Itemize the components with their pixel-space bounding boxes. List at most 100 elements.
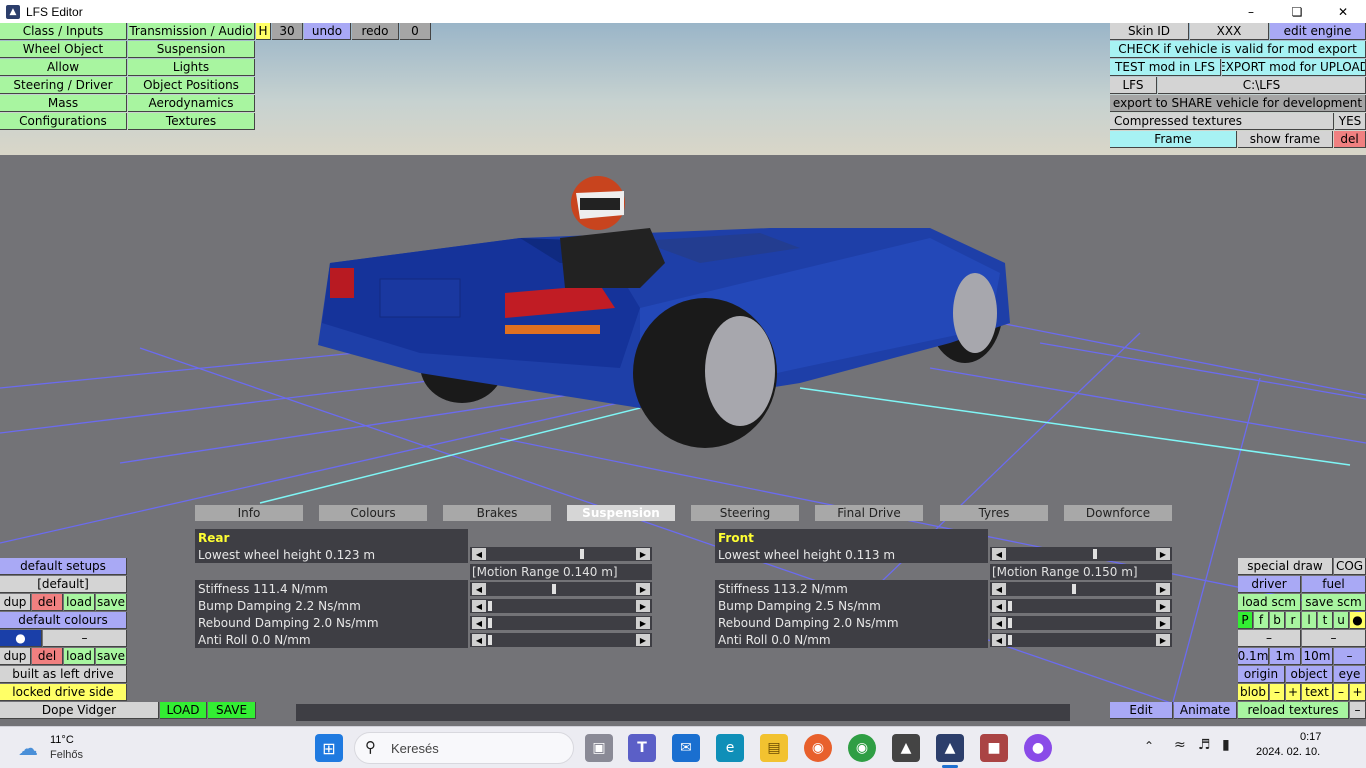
toggle-r[interactable]: r xyxy=(1286,612,1301,629)
start-icon[interactable]: ⊞ xyxy=(315,734,343,762)
slider-knob[interactable] xyxy=(1071,584,1076,594)
clock-date[interactable]: 2024. 02. 10. xyxy=(1256,746,1320,758)
colour-dash-button[interactable]: – xyxy=(43,630,127,647)
setup-load-button[interactable]: load xyxy=(64,594,95,611)
built-left-drive-button[interactable]: built as left drive xyxy=(0,666,127,683)
slider-knob[interactable] xyxy=(488,601,492,611)
compressed-textures-value[interactable]: YES xyxy=(1335,113,1366,130)
object-button[interactable]: object xyxy=(1286,666,1333,683)
slider-left-arrow[interactable]: ◀ xyxy=(472,583,486,595)
tab-tyres[interactable]: Tyres xyxy=(940,505,1048,521)
wheel-object-button[interactable]: Wheel Object xyxy=(0,41,127,58)
aerodynamics-button[interactable]: Aerodynamics xyxy=(128,95,255,112)
dash-button-1[interactable]: – xyxy=(1238,630,1301,647)
toggle-b[interactable]: b xyxy=(1270,612,1285,629)
cog-button[interactable]: COG xyxy=(1334,558,1366,575)
default-setup-value[interactable]: [default] xyxy=(0,576,127,593)
clock-time[interactable]: 0:17 xyxy=(1300,731,1321,743)
toggle-dot[interactable]: ● xyxy=(1350,612,1366,629)
fuel-button[interactable]: fuel xyxy=(1302,576,1366,593)
steering-driver-button[interactable]: Steering / Driver xyxy=(0,77,127,94)
colour-del-button[interactable]: del xyxy=(32,648,63,665)
rear-anti-roll-slider[interactable]: ◀ ▶ xyxy=(470,633,652,647)
slider-right-arrow[interactable]: ▶ xyxy=(636,600,650,612)
slider-knob[interactable] xyxy=(1008,601,1012,611)
blob-plus-button[interactable]: + xyxy=(1286,684,1301,701)
dash-button-2[interactable]: – xyxy=(1302,630,1366,647)
rear-lowest-wheel-height-slider[interactable]: ◀ ▶ xyxy=(470,547,652,561)
allow-button[interactable]: Allow xyxy=(0,59,127,76)
toggle-t[interactable]: t xyxy=(1318,612,1333,629)
battery-icon[interactable]: ▮ xyxy=(1222,737,1230,753)
tab-colours[interactable]: Colours xyxy=(319,505,427,521)
slider-right-arrow[interactable]: ▶ xyxy=(1156,548,1170,560)
tab-steering[interactable]: Steering xyxy=(691,505,799,521)
slider-knob[interactable] xyxy=(580,549,585,559)
lfs-icon[interactable]: ▲ xyxy=(892,734,920,762)
tab-brakes[interactable]: Brakes xyxy=(443,505,551,521)
show-frame-button[interactable]: show frame xyxy=(1238,131,1333,148)
slider-left-arrow[interactable]: ◀ xyxy=(992,548,1006,560)
chrome-icon[interactable]: ◉ xyxy=(848,734,876,762)
special-draw-button[interactable]: special draw xyxy=(1238,558,1333,575)
editor-viewport[interactable]: Class / Inputs Transmission / Audio Whee… xyxy=(0,23,1366,726)
grid-0-1m-button[interactable]: 0.1m xyxy=(1238,648,1269,665)
tray-chevron-icon[interactable]: ⌃ xyxy=(1144,739,1154,753)
redo-button[interactable]: redo xyxy=(352,23,399,40)
colour-save-button[interactable]: save xyxy=(96,648,127,665)
slider-left-arrow[interactable]: ◀ xyxy=(992,634,1006,646)
search-box[interactable]: ⚲ Keresés xyxy=(354,732,574,764)
default-setups-button[interactable]: default setups xyxy=(0,558,127,575)
default-colours-button[interactable]: default colours xyxy=(0,612,127,629)
car-name-field[interactable]: Dope Vidger xyxy=(0,702,159,719)
export-share-button[interactable]: export to SHARE vehicle for development xyxy=(1110,95,1366,112)
slider-left-arrow[interactable]: ◀ xyxy=(472,634,486,646)
slider-knob[interactable] xyxy=(1093,549,1098,559)
blob-minus-button[interactable]: – xyxy=(1270,684,1285,701)
text-minus-button[interactable]: – xyxy=(1334,684,1349,701)
slider-right-arrow[interactable]: ▶ xyxy=(636,548,650,560)
slider-left-arrow[interactable]: ◀ xyxy=(992,600,1006,612)
transmission-audio-button[interactable]: Transmission / Audio xyxy=(128,23,255,40)
suspension-button[interactable]: Suspension xyxy=(128,41,255,58)
slider-right-arrow[interactable]: ▶ xyxy=(1156,583,1170,595)
export-mod-button[interactable]: EXPORT mod for UPLOAD xyxy=(1222,59,1366,76)
slider-right-arrow[interactable]: ▶ xyxy=(1156,600,1170,612)
locked-drive-side-button[interactable]: locked drive side xyxy=(0,684,127,701)
setup-save-button[interactable]: save xyxy=(96,594,127,611)
slider-right-arrow[interactable]: ▶ xyxy=(636,583,650,595)
edge-icon[interactable]: e xyxy=(716,734,744,762)
colour-dup-button[interactable]: dup xyxy=(0,648,31,665)
skin-id-value[interactable]: XXX xyxy=(1190,23,1269,40)
check-valid-button[interactable]: CHECK if vehicle is valid for mod export xyxy=(1110,41,1366,58)
slider-left-arrow[interactable]: ◀ xyxy=(472,600,486,612)
load-scm-button[interactable]: load scm xyxy=(1238,594,1301,611)
grid-1m-button[interactable]: 1m xyxy=(1270,648,1301,665)
edit-button[interactable]: Edit xyxy=(1110,702,1173,719)
setup-del-button[interactable]: del xyxy=(32,594,63,611)
colour-selected-swatch[interactable]: ● xyxy=(0,630,42,647)
grid-minus-button[interactable]: – xyxy=(1334,648,1366,665)
slider-left-arrow[interactable]: ◀ xyxy=(992,583,1006,595)
task-view-icon[interactable]: ▣ xyxy=(585,734,613,762)
frame-del-button[interactable]: del xyxy=(1334,131,1366,148)
blob-button[interactable]: blob xyxy=(1238,684,1269,701)
slider-right-arrow[interactable]: ▶ xyxy=(636,634,650,646)
close-button[interactable]: ✕ xyxy=(1320,0,1366,23)
maximize-button[interactable]: ❏ xyxy=(1274,0,1320,23)
toggle-l[interactable]: l xyxy=(1302,612,1317,629)
toggle-p[interactable]: P xyxy=(1238,612,1253,629)
lights-button[interactable]: Lights xyxy=(128,59,255,76)
eye-button[interactable]: eye xyxy=(1334,666,1366,683)
weather-widget[interactable]: ☁ 11°C Felhős xyxy=(18,732,98,764)
paint-icon[interactable]: ● xyxy=(1024,734,1052,762)
slider-right-arrow[interactable]: ▶ xyxy=(1156,617,1170,629)
app-icon-red[interactable]: ■ xyxy=(980,734,1008,762)
teams-icon[interactable]: T xyxy=(628,734,656,762)
h-button[interactable]: H xyxy=(256,23,271,40)
rear-stiffness-slider[interactable]: ◀ ▶ xyxy=(470,582,652,596)
slider-left-arrow[interactable]: ◀ xyxy=(992,617,1006,629)
tab-downforce[interactable]: Downforce xyxy=(1064,505,1172,521)
slider-right-arrow[interactable]: ▶ xyxy=(1156,634,1170,646)
undo-button[interactable]: undo xyxy=(304,23,351,40)
